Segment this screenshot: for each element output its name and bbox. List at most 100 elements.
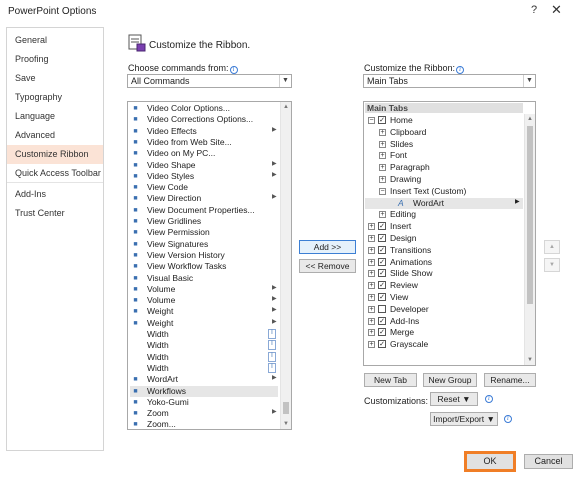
- command-item[interactable]: ■ Video Color Options...: [130, 103, 278, 114]
- expand-icon[interactable]: +: [368, 246, 375, 254]
- command-item[interactable]: ■ View Version History: [130, 250, 278, 261]
- ribbon-tree[interactable]: Main Tabs ▲ ▼ − ✓ Home + Clipboard + Slides + Fo…: [363, 101, 536, 366]
- tab-checkbox[interactable]: ✓: [378, 281, 386, 290]
- commands-scrollbar[interactable]: ▲ ▼: [280, 102, 291, 429]
- tree-item[interactable]: + ✓ Merge: [365, 327, 523, 338]
- commands-list[interactable]: ▲ ▼ ■ Video Color Options... ■ Video Correc…: [127, 101, 292, 430]
- nav-item-typography[interactable]: Typography: [7, 88, 103, 107]
- collapse-icon[interactable]: −: [368, 117, 375, 124]
- tree-item[interactable]: + ✓ Slide Show: [365, 268, 523, 279]
- command-item[interactable]: ■ Volume ▶: [130, 284, 278, 295]
- expand-icon[interactable]: +: [368, 341, 375, 349]
- customize-ribbon-dropdown[interactable]: Main Tabs ▼: [363, 74, 536, 88]
- scroll-down-icon[interactable]: ▼: [281, 419, 291, 429]
- move-up-button[interactable]: ▲: [544, 240, 560, 254]
- tab-checkbox[interactable]: ✓: [378, 269, 386, 278]
- expand-icon[interactable]: +: [368, 329, 375, 337]
- remove-button[interactable]: << Remove: [299, 259, 356, 273]
- expand-icon[interactable]: +: [379, 152, 386, 160]
- tree-item[interactable]: + ✓ Animations: [365, 257, 523, 268]
- nav-item-proofing[interactable]: Proofing: [7, 50, 103, 69]
- command-item[interactable]: Width I: [130, 340, 278, 351]
- scroll-up-icon[interactable]: ▲: [525, 114, 535, 124]
- rename-button[interactable]: Rename...: [484, 373, 536, 387]
- tree-item[interactable]: + ✓ Transitions: [365, 245, 523, 256]
- command-item[interactable]: ■ View Signatures: [130, 239, 278, 250]
- nav-item-language[interactable]: Language: [7, 107, 103, 126]
- command-item[interactable]: ■ Workflows: [130, 385, 278, 397]
- command-item[interactable]: ■ Yoko-Gumi: [130, 397, 278, 408]
- chevron-down-icon[interactable]: ▼: [523, 75, 535, 87]
- tree-scrollbar[interactable]: ▲ ▼: [524, 114, 535, 365]
- scroll-down-icon[interactable]: ▼: [525, 355, 535, 365]
- expand-icon[interactable]: +: [368, 258, 375, 266]
- info-icon[interactable]: i: [504, 415, 512, 423]
- reset-button[interactable]: Reset ▼: [430, 392, 478, 406]
- command-item[interactable]: ■ Video Corrections Options...: [130, 114, 278, 125]
- command-item[interactable]: Width I: [130, 329, 278, 340]
- info-icon[interactable]: i: [229, 66, 238, 74]
- command-item[interactable]: ■ Weight ▶: [130, 318, 278, 329]
- command-item[interactable]: ■ View Document Properties...: [130, 205, 278, 216]
- tree-item[interactable]: + ✓ Insert: [365, 221, 523, 232]
- expand-icon[interactable]: +: [368, 223, 375, 231]
- tree-item[interactable]: + ✓ View: [365, 292, 523, 303]
- info-icon[interactable]: i: [485, 395, 493, 403]
- command-item[interactable]: ■ View Gridlines: [130, 216, 278, 227]
- command-item[interactable]: ■ View Workflow Tasks: [130, 261, 278, 272]
- tab-checkbox[interactable]: ✓: [378, 116, 386, 124]
- tree-item[interactable]: + ✓ Design: [365, 233, 523, 244]
- expand-icon[interactable]: +: [379, 140, 386, 148]
- tab-checkbox[interactable]: ✓: [378, 328, 386, 337]
- command-item[interactable]: ■ Weight ▶: [130, 306, 278, 317]
- command-item[interactable]: ■ Zoom...: [130, 419, 278, 429]
- tree-item[interactable]: + ✓ Add-Ins: [365, 316, 523, 327]
- tree-item[interactable]: + Developer: [365, 304, 523, 315]
- expand-icon[interactable]: +: [368, 282, 375, 290]
- scroll-up-icon[interactable]: ▲: [281, 102, 291, 112]
- help-icon[interactable]: ?: [531, 4, 537, 16]
- expand-icon[interactable]: +: [368, 270, 375, 278]
- tab-checkbox[interactable]: ✓: [378, 257, 386, 266]
- tree-item[interactable]: + Drawing: [365, 174, 523, 185]
- nav-item-trust-center[interactable]: Trust Center: [7, 204, 103, 223]
- command-item[interactable]: ■ Video Shape ▶: [130, 160, 278, 171]
- tree-item[interactable]: + ✓ Grayscale: [365, 339, 523, 350]
- tree-item[interactable]: + Slides: [365, 139, 523, 150]
- import-export-button[interactable]: Import/Export ▼: [430, 412, 498, 426]
- tree-item[interactable]: + Font: [365, 150, 523, 161]
- nav-item-general[interactable]: General: [7, 31, 103, 50]
- scroll-thumb[interactable]: [527, 126, 533, 304]
- info-icon[interactable]: i: [456, 66, 465, 74]
- command-item[interactable]: ■ WordArt ▶: [130, 374, 278, 385]
- nav-item-add-ins[interactable]: Add-Ins: [7, 185, 103, 204]
- command-item[interactable]: ■ View Code: [130, 182, 278, 193]
- command-item[interactable]: ■ Visual Basic: [130, 273, 278, 284]
- ok-button[interactable]: OK: [464, 451, 516, 472]
- command-item[interactable]: Width I: [130, 362, 278, 374]
- nav-item-customize-ribbon[interactable]: Customize Ribbon: [7, 145, 103, 164]
- tab-checkbox[interactable]: ✓: [378, 222, 386, 231]
- tree-item[interactable]: + Clipboard: [365, 127, 523, 138]
- new-tab-button[interactable]: New Tab: [364, 373, 417, 387]
- tab-checkbox[interactable]: ✓: [378, 316, 386, 325]
- expand-icon[interactable]: +: [368, 294, 375, 301]
- scroll-thumb[interactable]: [283, 402, 289, 414]
- command-item[interactable]: ■ Video on My PC...: [130, 148, 278, 159]
- command-item[interactable]: ■ Volume ▶: [130, 295, 278, 306]
- command-item[interactable]: Width I: [130, 351, 278, 363]
- expand-icon[interactable]: +: [379, 176, 386, 183]
- tree-item[interactable]: + ✓ Review: [365, 280, 523, 291]
- add-button[interactable]: Add >>: [299, 240, 356, 254]
- expand-icon[interactable]: +: [368, 317, 375, 325]
- move-down-button[interactable]: ▼: [544, 258, 560, 272]
- tab-checkbox[interactable]: ✓: [378, 293, 386, 301]
- command-item[interactable]: ■ Zoom ▶: [130, 408, 278, 419]
- command-item[interactable]: ■ Video from Web Site...: [130, 137, 278, 148]
- tab-checkbox[interactable]: [378, 304, 386, 313]
- nav-item-quick-access-toolbar[interactable]: Quick Access Toolbar: [7, 164, 103, 183]
- choose-commands-dropdown[interactable]: All Commands ▼: [127, 74, 292, 88]
- tree-item[interactable]: A WordArt ▶: [365, 197, 523, 209]
- command-item[interactable]: ■ View Permission: [130, 227, 278, 238]
- command-item[interactable]: ■ View Direction ▶: [130, 193, 278, 204]
